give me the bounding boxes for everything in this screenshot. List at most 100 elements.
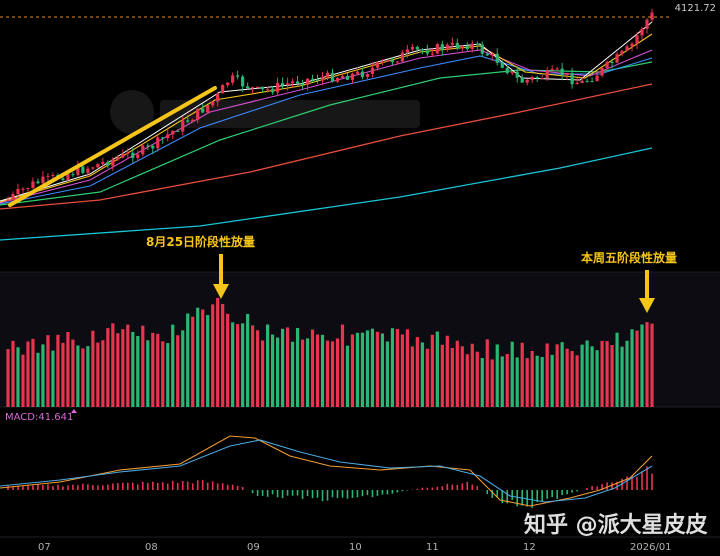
candle-body bbox=[126, 152, 130, 154]
candle-body bbox=[86, 168, 90, 173]
macd-histogram-bar bbox=[67, 485, 69, 490]
candle-body bbox=[275, 82, 280, 93]
macd-histogram-bar bbox=[416, 488, 419, 490]
macd-histogram-bar bbox=[52, 486, 54, 490]
volume-bar bbox=[285, 327, 290, 407]
candle-body bbox=[385, 60, 390, 62]
candle-body bbox=[246, 86, 250, 89]
volume-bar bbox=[131, 331, 135, 407]
candle-body bbox=[171, 130, 175, 135]
candle-body bbox=[650, 12, 654, 20]
candle-body bbox=[66, 174, 70, 180]
volume-bar bbox=[530, 350, 534, 407]
candle-body bbox=[41, 176, 45, 184]
volume-bar bbox=[605, 341, 609, 407]
macd-histogram-bar bbox=[456, 484, 459, 490]
macd-histogram-bar bbox=[441, 486, 444, 490]
macd-histogram-bar bbox=[566, 490, 568, 495]
volume-bar bbox=[650, 323, 654, 407]
macd-histogram-bar bbox=[72, 484, 74, 490]
volume-bar bbox=[580, 344, 584, 407]
volume-bar bbox=[305, 338, 310, 407]
volume-bar bbox=[81, 348, 85, 407]
candle-body bbox=[106, 161, 110, 166]
macd-histogram-bar bbox=[42, 485, 44, 490]
volume-bar bbox=[545, 343, 549, 407]
volume-bar bbox=[136, 335, 140, 407]
volume-bar bbox=[425, 348, 429, 407]
volume-bar bbox=[86, 346, 90, 407]
volume-bar bbox=[221, 304, 225, 407]
candle-body bbox=[206, 105, 210, 113]
macd-histogram-bar bbox=[551, 490, 553, 498]
candle-body bbox=[390, 60, 395, 63]
macd-histogram-bar bbox=[546, 490, 548, 499]
candle-body bbox=[26, 187, 30, 189]
volume-bar bbox=[330, 341, 335, 407]
volume-bar bbox=[96, 342, 100, 407]
candle-body bbox=[360, 71, 365, 77]
volume-bar bbox=[355, 332, 360, 407]
macd-histogram-bar bbox=[431, 487, 434, 490]
macd-histogram-bar bbox=[166, 483, 169, 490]
candle-body bbox=[495, 53, 499, 63]
volume-bar bbox=[106, 328, 110, 407]
candle-body bbox=[81, 166, 85, 173]
candle-body bbox=[121, 153, 125, 158]
volume-bar bbox=[500, 356, 504, 407]
volume-bar bbox=[256, 330, 260, 407]
volume-bar bbox=[121, 329, 125, 407]
volume-bar bbox=[310, 329, 315, 407]
macd-histogram-bar bbox=[296, 490, 299, 496]
candle-body bbox=[365, 74, 370, 77]
volume-bar bbox=[211, 304, 215, 407]
candle-body bbox=[415, 46, 419, 50]
volume-bar bbox=[460, 346, 464, 407]
macd-histogram-bar bbox=[361, 490, 364, 497]
macd-histogram-bar bbox=[92, 485, 94, 490]
volume-bar bbox=[575, 355, 579, 407]
volume-bar bbox=[435, 331, 439, 407]
candle-body bbox=[256, 86, 260, 88]
candle-body bbox=[21, 188, 25, 190]
candle-body bbox=[515, 71, 519, 78]
macd-histogram-bar bbox=[346, 490, 349, 499]
candle-body bbox=[131, 152, 135, 159]
macd-histogram-bar bbox=[176, 482, 179, 490]
candle-body bbox=[590, 81, 594, 83]
candle-body bbox=[101, 161, 105, 164]
macd-histogram-bar bbox=[426, 487, 429, 490]
volume-bar bbox=[455, 340, 459, 407]
macd-histogram-bar bbox=[651, 473, 653, 490]
volume-bar bbox=[395, 329, 399, 407]
macd-histogram-bar bbox=[12, 486, 14, 490]
candle-body bbox=[111, 159, 115, 166]
volume-bar bbox=[325, 340, 330, 407]
candle-body bbox=[335, 78, 340, 82]
candle-body bbox=[575, 82, 579, 85]
macd-histogram-bar bbox=[386, 490, 389, 495]
macd-histogram-bar bbox=[191, 483, 194, 490]
candle-body bbox=[176, 130, 180, 132]
candle-body bbox=[645, 19, 649, 29]
candle-body bbox=[585, 80, 589, 82]
volume-bar bbox=[635, 330, 639, 407]
macd-histogram-bar bbox=[196, 480, 199, 490]
volume-bar bbox=[495, 344, 499, 407]
volume-bar bbox=[111, 323, 115, 407]
volume-bar bbox=[630, 329, 634, 407]
candle-body bbox=[300, 83, 305, 85]
macd-histogram-bar bbox=[586, 488, 588, 490]
volume-bar bbox=[186, 313, 190, 407]
macd-histogram-bar bbox=[451, 484, 454, 490]
volume-bar bbox=[61, 342, 65, 407]
macd-histogram-bar bbox=[276, 490, 279, 498]
volume-bar bbox=[600, 340, 604, 407]
candle-body bbox=[46, 175, 50, 177]
volume-bar bbox=[645, 322, 649, 407]
month-tick: 12 bbox=[523, 542, 536, 553]
candle-body bbox=[445, 44, 449, 50]
volume-bar bbox=[71, 339, 75, 407]
macd-histogram-bar bbox=[102, 485, 104, 490]
macd-histogram-bar bbox=[306, 490, 309, 497]
